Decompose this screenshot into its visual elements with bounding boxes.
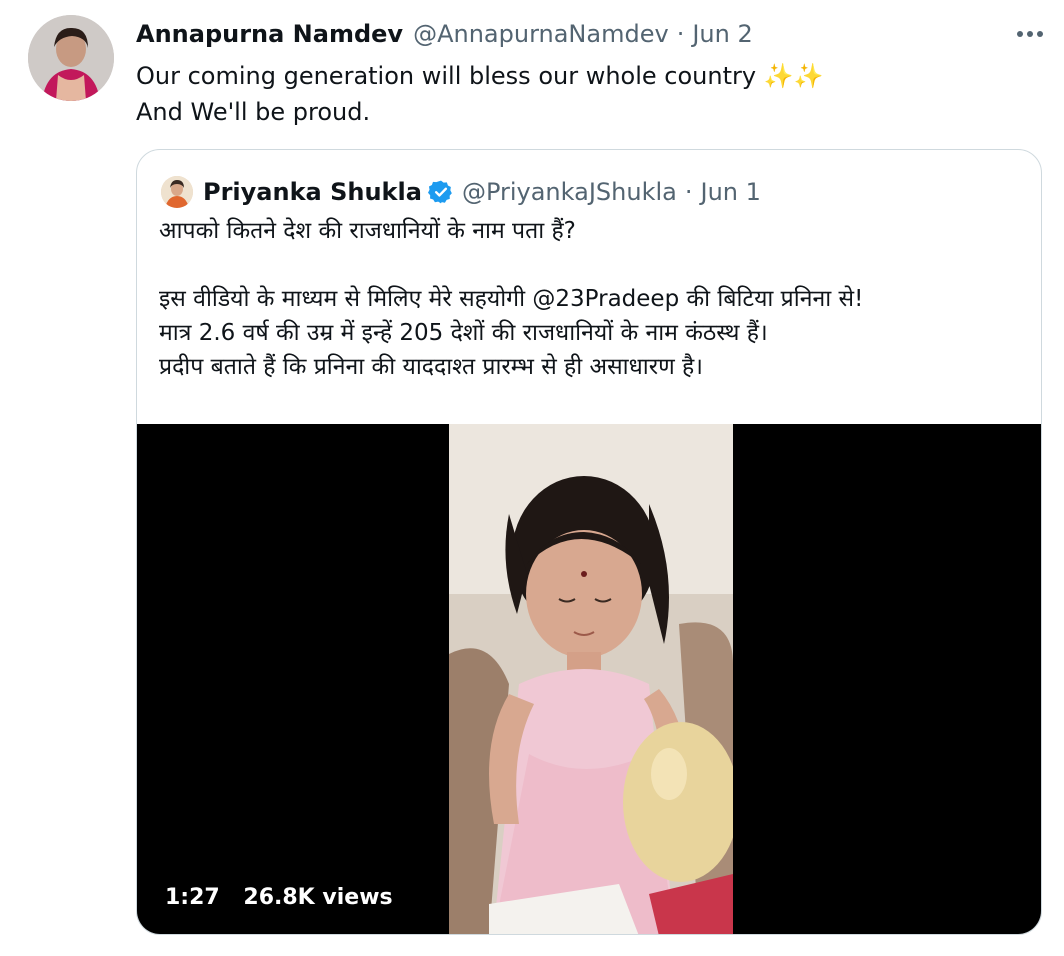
sparkles-emoji: ✨✨ bbox=[763, 62, 824, 90]
avatar-image bbox=[28, 15, 114, 101]
tweet-line-1: Our coming generation will bless our who… bbox=[136, 58, 1036, 94]
video-views: 26.8K views bbox=[243, 885, 393, 910]
video-duration: 1:27 bbox=[165, 885, 220, 910]
quoted-line-3: मात्र 2.6 वर्ष की उम्र में इन्हें 205 दे… bbox=[159, 320, 768, 346]
quoted-author-handle: @PriyankaJShukla bbox=[461, 178, 677, 206]
quoted-tweet[interactable]: Priyanka Shukla @PriyankaJShukla · Jun 1… bbox=[136, 149, 1042, 935]
quoted-avatar-image bbox=[161, 176, 193, 208]
tweet-date[interactable]: Jun 2 bbox=[692, 20, 752, 48]
quoted-tweet-text: आपको कितने देश की राजधानियों के नाम पता … bbox=[159, 214, 1019, 384]
video-overlay: 1:27 26.8K views bbox=[165, 885, 409, 910]
author-avatar[interactable] bbox=[28, 15, 114, 101]
more-options-button[interactable] bbox=[1014, 20, 1046, 48]
quoted-line-4: प्रदीप बताते हैं कि प्रनिना की याददाश्त … bbox=[159, 354, 703, 380]
tweet-header: Annapurna Namdev @AnnapurnaNamdev · Jun … bbox=[136, 18, 1044, 50]
separator-dot: · bbox=[684, 178, 693, 206]
video-frame-image bbox=[449, 424, 733, 934]
verified-badge-icon bbox=[427, 179, 454, 205]
author-name[interactable]: Annapurna Namdev bbox=[136, 20, 403, 48]
tweet-text: Our coming generation will bless our who… bbox=[136, 58, 1036, 130]
quoted-line-1: आपको कितने देश की राजधानियों के नाम पता … bbox=[159, 218, 576, 244]
quoted-tweet-date: Jun 1 bbox=[700, 178, 761, 206]
tweet-line-1-text: Our coming generation will bless our who… bbox=[136, 62, 757, 90]
quoted-line-2: इस वीडियो के माध्यम से मिलिए मेरे सहयोगी… bbox=[159, 286, 864, 312]
video-thumbnail bbox=[449, 424, 733, 934]
tweet-line-2: And We'll be proud. bbox=[136, 98, 371, 126]
quoted-author-name: Priyanka Shukla bbox=[203, 178, 422, 206]
separator-dot: · bbox=[676, 20, 685, 48]
quoted-author-avatar bbox=[161, 176, 193, 208]
video-player[interactable]: 1:27 26.8K views bbox=[137, 424, 1041, 934]
more-horizontal-icon bbox=[1017, 31, 1043, 37]
quoted-tweet-header: Priyanka Shukla @PriyankaJShukla · Jun 1 bbox=[161, 174, 1021, 210]
author-handle[interactable]: @AnnapurnaNamdev bbox=[413, 20, 669, 48]
